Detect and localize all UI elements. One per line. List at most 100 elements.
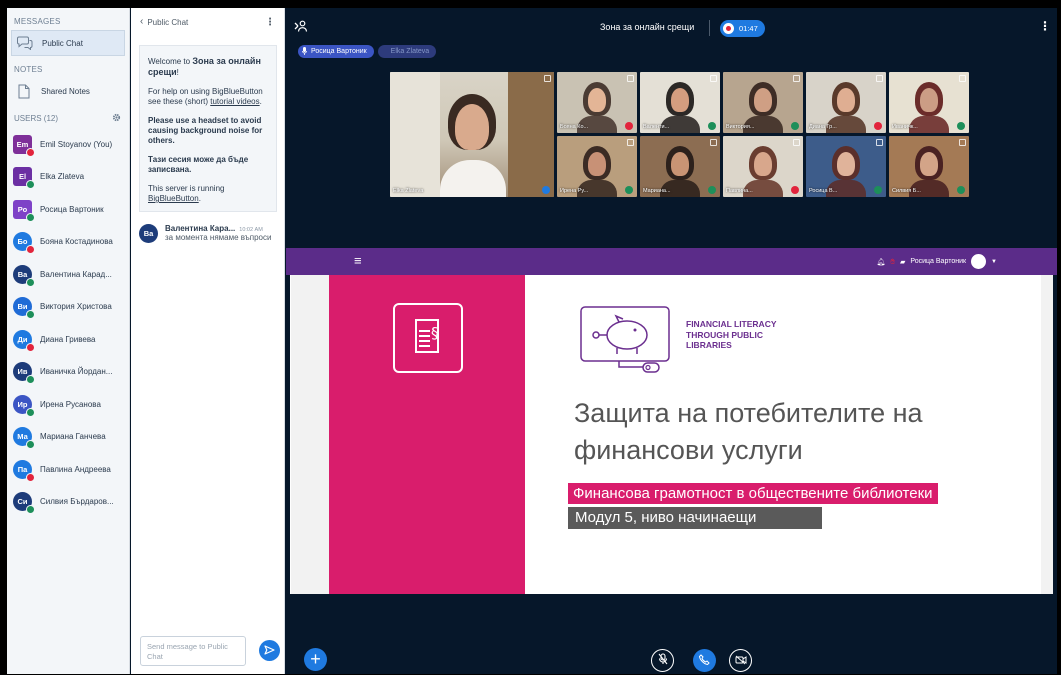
user-list-item[interactable]: Ив Иваничка Йордан... [7, 356, 129, 389]
fullscreen-icon[interactable] [876, 75, 883, 82]
user-list-item[interactable]: Ир Ирена Русанова [7, 388, 129, 421]
slide-subtitle: Финансова грамотност в обществените библ… [568, 483, 938, 504]
fullscreen-icon[interactable] [544, 75, 551, 82]
webcam-tile[interactable]: Росица В... [806, 136, 886, 197]
status-icon [26, 180, 35, 190]
microphone-off-icon [658, 652, 668, 670]
user-list-item[interactable]: Си Силвия Бърдаров... [7, 486, 129, 519]
fullscreen-icon[interactable] [959, 139, 966, 146]
webcam-tile[interactable]: Силвия Б... [889, 136, 969, 197]
notes-section-title: NOTES [14, 65, 43, 74]
share-webcam-button[interactable] [729, 649, 752, 672]
toggle-user-list-icon[interactable] [294, 19, 308, 37]
actions-plus-button[interactable]: + [304, 648, 327, 671]
webcam-tile[interactable]: Диана Гр... [806, 72, 886, 133]
status-icon [625, 122, 633, 130]
user-name: Elka Zlateva [40, 172, 85, 182]
webcam-tile[interactable]: Павлина... [723, 136, 803, 197]
chat-message-input[interactable]: Send message to Public Chat [140, 636, 246, 666]
webcam-user-label: Силвия Б... [892, 188, 921, 194]
meeting-title: Зона за онлайн срещи [600, 22, 695, 32]
fullscreen-icon[interactable] [627, 75, 634, 82]
talker-badge[interactable]: Elka Zlateva [377, 45, 437, 58]
hand-icon[interactable]: ✋︎ [890, 257, 895, 267]
send-message-button[interactable] [259, 640, 280, 661]
webcam-grid: Elka Zlateva Бояна Ко... Валенти... Виктор… [390, 72, 969, 197]
server-text: This server is running [148, 184, 225, 193]
bigbluebutton-link[interactable]: BigBlueButton [148, 194, 199, 203]
webcam-user-label: Иваничк... [892, 124, 918, 130]
presenter-controls: 🔔︎ ✋︎ ▰ Росица Вартоник ▼ [877, 254, 997, 269]
avatar: Ди [13, 329, 35, 352]
user-list-item[interactable]: Па Павлина Андреева [7, 453, 129, 486]
mute-microphone-button[interactable] [651, 649, 674, 672]
tutorial-videos-link[interactable]: tutorial videos [210, 97, 259, 106]
headset-tip: Please use a headset to avoid causing ba… [148, 116, 263, 145]
user-list-item[interactable]: El Elka Zlateva [7, 161, 129, 194]
fullscreen-icon[interactable] [793, 75, 800, 82]
user-list-item[interactable]: Ви Виктория Христова [7, 291, 129, 324]
status-icon [26, 212, 35, 222]
shared-notes-label: Shared Notes [41, 86, 90, 96]
bell-icon[interactable]: 🔔︎ [877, 258, 886, 266]
user-name: Валентина Карад... [40, 269, 112, 279]
fullscreen-icon[interactable] [627, 139, 634, 146]
fullscreen-icon[interactable] [710, 139, 717, 146]
chevron-left-icon: ‹ [140, 16, 144, 27]
webcam-tile[interactable]: Валенти... [640, 72, 720, 133]
user-list-item[interactable]: Ва Валентина Карад... [7, 258, 129, 291]
chat-message: Ва Валентина Кара... 10:02 AM за момента … [139, 224, 284, 243]
top-navbar: Зона за онлайн срещи 01:47 ⋮ [286, 8, 1057, 45]
project-name-line: FINANCIAL LITERACY [686, 319, 777, 329]
status-icon [26, 505, 35, 515]
talker-badge[interactable]: Росица Вартоник [298, 45, 374, 58]
webcam-user-label: Бояна Ко... [560, 124, 589, 130]
webcam-tile[interactable]: Бояна Ко... [557, 72, 637, 133]
webcam-tile[interactable]: Мариана... [640, 136, 720, 197]
status-icon [791, 186, 799, 194]
public-chat-item[interactable]: Public Chat [11, 30, 125, 56]
user-list-item[interactable]: Ди Диана Гривева [7, 323, 129, 356]
webcam-user-label: Виктория... [726, 124, 755, 130]
more-options-icon[interactable]: ⋮ [1039, 19, 1051, 33]
recording-indicator[interactable]: 01:47 [720, 20, 765, 37]
user-name: Emil Stoyanov (You) [40, 139, 113, 149]
slide-title-line: Защита на потебителите на [574, 398, 923, 428]
menu-icon[interactable]: ≡ [354, 254, 362, 267]
webcam-tile[interactable]: Иваничк... [889, 72, 969, 133]
fullscreen-icon[interactable] [959, 75, 966, 82]
chevron-down-icon[interactable]: ▼ [991, 259, 997, 265]
fullscreen-icon[interactable] [876, 139, 883, 146]
fullscreen-icon[interactable] [710, 75, 717, 82]
fullscreen-icon[interactable] [793, 139, 800, 146]
status-icon [26, 342, 35, 352]
welcome-text: Welcome to [148, 57, 193, 66]
status-icon [791, 122, 799, 130]
presenter-name: Росица Вартоник [910, 258, 967, 265]
avatar[interactable] [971, 254, 987, 269]
chat-back-button[interactable]: ‹ Public Chat [140, 16, 188, 27]
leave-audio-button[interactable] [693, 649, 716, 672]
webcam-tile[interactable]: Виктория... [723, 72, 803, 133]
webcam-user-label: Elka Zlateva [393, 188, 424, 194]
chat-header: ‹ Public Chat ⋮ [131, 8, 284, 36]
user-list-item[interactable]: Ро Росица Вартоник [7, 193, 129, 226]
webcam-tile[interactable]: Ирена Ру... [557, 136, 637, 197]
presentation-toolbar: ≡ 🔔︎ ✋︎ ▰ Росица Вартоник ▼ [286, 248, 1057, 275]
user-list-item[interactable]: Ма Мариана Ганчева [7, 421, 129, 454]
status-icon [874, 186, 882, 194]
status-icon [874, 122, 882, 130]
webcam-tile[interactable]: Elka Zlateva [390, 72, 554, 197]
avatar: Ва [139, 224, 158, 243]
user-name: Бояна Костадинова [40, 237, 113, 247]
talker-name: Elka Zlateva [390, 48, 430, 55]
user-list-item[interactable]: Бо Бояна Костадинова [7, 226, 129, 259]
shared-notes-item[interactable]: Shared Notes [11, 78, 125, 104]
more-options-icon[interactable]: ⋮ [265, 17, 275, 28]
status-icon [26, 375, 35, 385]
project-name-line: LIBRARIES [686, 340, 732, 350]
gear-icon[interactable] [112, 113, 121, 124]
user-list-item[interactable]: Em Emil Stoyanov (You) [7, 128, 129, 161]
user-list-panel: MESSAGES Public Chat NOTES Shared Notes … [7, 8, 130, 674]
status-icon [957, 186, 965, 194]
